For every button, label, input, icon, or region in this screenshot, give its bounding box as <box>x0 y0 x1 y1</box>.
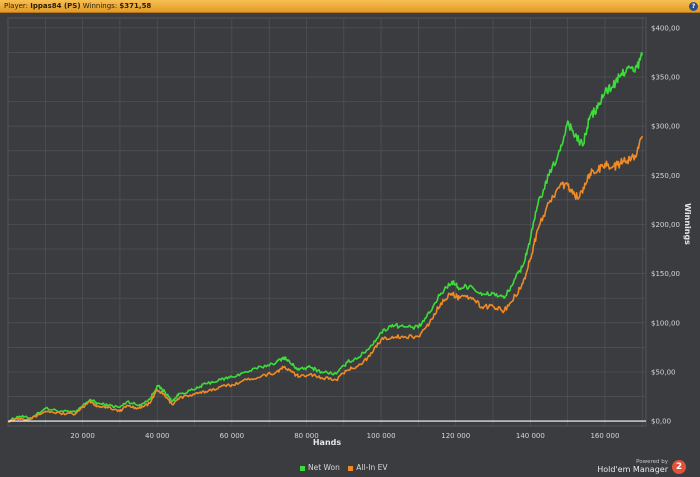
y-tick-label: $250,00 <box>651 172 680 180</box>
y-tick-label: $400,00 <box>651 24 680 32</box>
hem2-logo-icon: 2 <box>672 460 686 474</box>
winnings-graph: 20 000 40 000 60 000 80 000 100 000 120 000 14… <box>7 17 692 447</box>
y-axis-label: Winnings <box>683 203 692 245</box>
x-tick-label: 120 000 <box>441 432 470 440</box>
plot-frame <box>7 17 647 427</box>
question-icon[interactable]: ? <box>689 2 698 11</box>
series-lines <box>7 51 646 423</box>
x-tick-label: 160 000 <box>590 432 619 440</box>
y-tick-label: $0,00 <box>651 418 671 426</box>
winnings-label: Winnings: <box>82 2 118 10</box>
y-tick-label: $100,00 <box>651 319 680 327</box>
x-tick-label: 100 000 <box>367 432 396 440</box>
series-line-net-won <box>7 51 644 423</box>
y-tick-label: $50,00 <box>651 368 676 376</box>
product-name: Hold'em Manager <box>597 465 668 474</box>
chart-legend: Net Won All-In EV <box>300 463 394 472</box>
x-tick-label: 40 000 <box>145 432 170 440</box>
x-tick-label: 60 000 <box>220 432 245 440</box>
x-axis-label: Hands <box>313 438 342 447</box>
y-tick-label: $150,00 <box>651 270 680 278</box>
winnings-value: $371,58 <box>119 2 152 10</box>
grid-lines <box>7 17 647 427</box>
player-label: Player: <box>4 2 29 10</box>
legend-swatch-net-won <box>300 465 305 471</box>
title-bar: Player: Ippas84 (PS) Winnings: $371,58 ? <box>0 0 700 13</box>
y-tick-label: $300,00 <box>651 123 680 131</box>
y-tick-label: $200,00 <box>651 221 680 229</box>
legend-item-allin-ev[interactable]: All-In EV <box>348 463 388 472</box>
axes: 20 000 40 000 60 000 80 000 100 000 120 000 14… <box>70 24 680 440</box>
legend-item-net-won[interactable]: Net Won <box>300 463 342 472</box>
legend-swatch-allin-ev <box>348 465 354 471</box>
y-tick-label: $350,00 <box>651 73 680 81</box>
hem2-branding: Powered by Hold'em Manager 2 <box>580 457 690 475</box>
x-tick-label: 20 000 <box>70 432 95 440</box>
player-name: Ippas84 (PS) <box>30 2 81 10</box>
x-tick-label: 140 000 <box>516 432 545 440</box>
